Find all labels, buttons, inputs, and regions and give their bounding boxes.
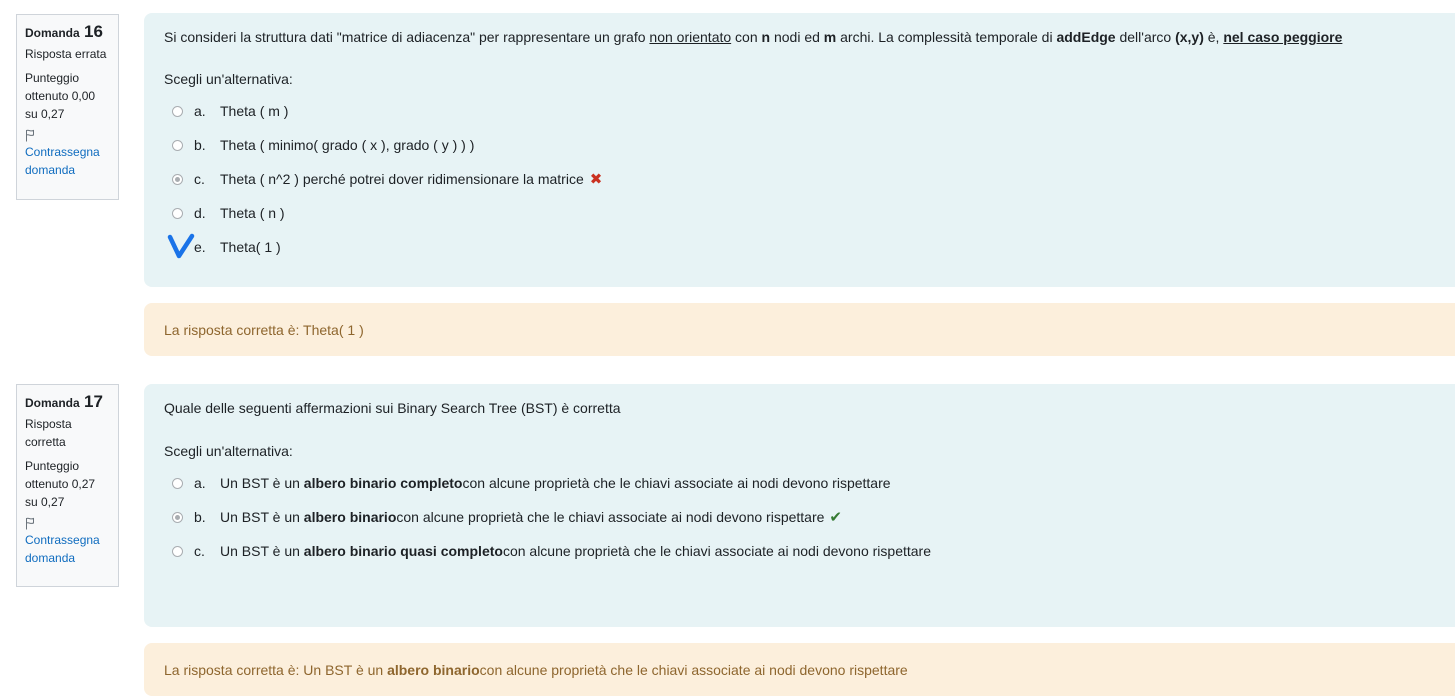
question-label: Domanda [25, 26, 80, 40]
option-text: con alcune proprietà che le chiavi assoc… [462, 475, 891, 491]
question-text-bold: m [823, 29, 837, 45]
option-text: Un BST è un [220, 509, 300, 525]
question-state: Risposta errata [25, 47, 107, 61]
choose-prompt: Scegli un'alternativa: [164, 71, 293, 87]
answer-option-b[interactable]: b. Theta ( minimo( grado ( x ), grado ( … [172, 135, 474, 155]
option-text: Theta ( n^2 ) perché potrei dover ridime… [220, 171, 584, 187]
answer-option-c[interactable]: c. Un BST è un albero binario quasi comp… [172, 541, 931, 561]
radio-button[interactable] [172, 545, 183, 557]
feedback-text: La risposta corretta è: Un BST è un [164, 661, 384, 678]
option-text-bold: albero binario quasi completo [303, 543, 503, 559]
question-number: Domanda 16 [25, 23, 111, 42]
option-text: con alcune proprietà che le chiavi assoc… [396, 509, 825, 525]
feedback-text-bold: albero binario [387, 661, 480, 678]
option-text: Theta( 1 ) [220, 239, 281, 255]
flag-question-link[interactable]: Contrassegna domanda [25, 531, 111, 567]
option-text: Un BST è un [220, 543, 300, 559]
question-info-17: Domanda 17 Risposta corretta Punteggio o… [16, 384, 119, 587]
radio-button[interactable] [172, 105, 183, 117]
option-text: con alcune proprietà che le chiavi assoc… [502, 543, 931, 559]
flag-question-link[interactable]: Contrassegna domanda [25, 143, 111, 179]
option-text: Theta ( m ) [220, 103, 289, 119]
radio-button[interactable] [172, 139, 183, 151]
radio-button-selected[interactable] [172, 511, 183, 523]
question-text-underlined: non orientato [649, 29, 732, 45]
radio-button-selected[interactable] [172, 173, 183, 185]
correct-answer-feedback-17: La risposta corretta è: Un BST è un albe… [144, 643, 1455, 696]
flag-icon[interactable] [25, 517, 111, 531]
option-letter: a. [194, 103, 206, 119]
option-text: Theta ( n ) [220, 205, 285, 221]
question-info-16: Domanda 16 Risposta errata Punteggio ott… [16, 14, 119, 200]
question-content-16: Si consideri la struttura dati "matrice … [144, 13, 1455, 287]
incorrect-icon: ✖ [589, 171, 603, 188]
option-text-bold: albero binario completo [303, 475, 463, 491]
option-letter: b. [194, 509, 206, 525]
option-text: Un BST è un [220, 475, 300, 491]
answer-option-c[interactable]: c. Theta ( n^2 ) perché potrei dover rid… [172, 169, 602, 189]
answer-option-d[interactable]: d. Theta ( n ) [172, 203, 285, 223]
feedback-text: con alcune proprietà che le chiavi assoc… [479, 661, 908, 678]
question-grade: Punteggio ottenuto 0,00 su 0,27 [25, 71, 96, 121]
option-letter: a. [194, 475, 206, 491]
answer-option-a[interactable]: a. Theta ( m ) [172, 101, 288, 121]
question-grade: Punteggio ottenuto 0,27 su 0,27 [25, 459, 96, 509]
question-text-bold-underlined: nel caso peggiore [1223, 29, 1343, 45]
question-number: Domanda 17 [25, 393, 111, 412]
radio-button[interactable] [172, 477, 183, 489]
answer-option-b[interactable]: b. Un BST è un albero binario con alcune… [172, 507, 842, 527]
radio-button[interactable] [172, 207, 183, 219]
option-text-bold: albero binario [303, 509, 397, 525]
option-letter: c. [194, 543, 205, 559]
question-text: Si consideri la struttura dati "matrice … [164, 29, 1342, 45]
answer-option-a[interactable]: a. Un BST è un albero binario completo c… [172, 473, 891, 493]
question-text-bold: (x,y) [1175, 29, 1204, 45]
question-label: Domanda [25, 396, 80, 410]
flag-icon[interactable] [25, 129, 111, 143]
option-letter: c. [194, 171, 205, 187]
option-letter: b. [194, 137, 206, 153]
question-text-part: è, [1203, 29, 1224, 45]
question-number-value: 17 [84, 392, 103, 411]
option-text: Theta ( minimo( grado ( x ), grado ( y )… [220, 137, 475, 153]
handwritten-check-icon [167, 233, 195, 259]
question-state: Risposta corretta [25, 417, 72, 449]
option-letter: d. [194, 205, 206, 221]
question-number-value: 16 [84, 22, 103, 41]
question-text-part: nodi ed [770, 29, 824, 45]
question-text-part: dell'arco [1115, 29, 1176, 45]
question-text-part: archi. La complessità temporale di [836, 29, 1057, 45]
question-text-part: con [731, 29, 762, 45]
question-content-17: Quale delle seguenti affermazioni sui Bi… [144, 384, 1455, 627]
question-text-part: Si consideri la struttura dati "matrice … [164, 29, 650, 45]
question-text-bold: addEdge [1056, 29, 1116, 45]
question-text-bold: n [761, 29, 771, 45]
correct-answer-feedback-16: La risposta corretta è: Theta( 1 ) [144, 303, 1455, 356]
question-text: Quale delle seguenti affermazioni sui Bi… [164, 400, 621, 416]
choose-prompt: Scegli un'alternativa: [164, 443, 293, 459]
correct-icon: ✔ [829, 509, 842, 526]
option-letter: e. [194, 239, 206, 255]
feedback-text: La risposta corretta è: Theta( 1 ) [164, 321, 364, 338]
